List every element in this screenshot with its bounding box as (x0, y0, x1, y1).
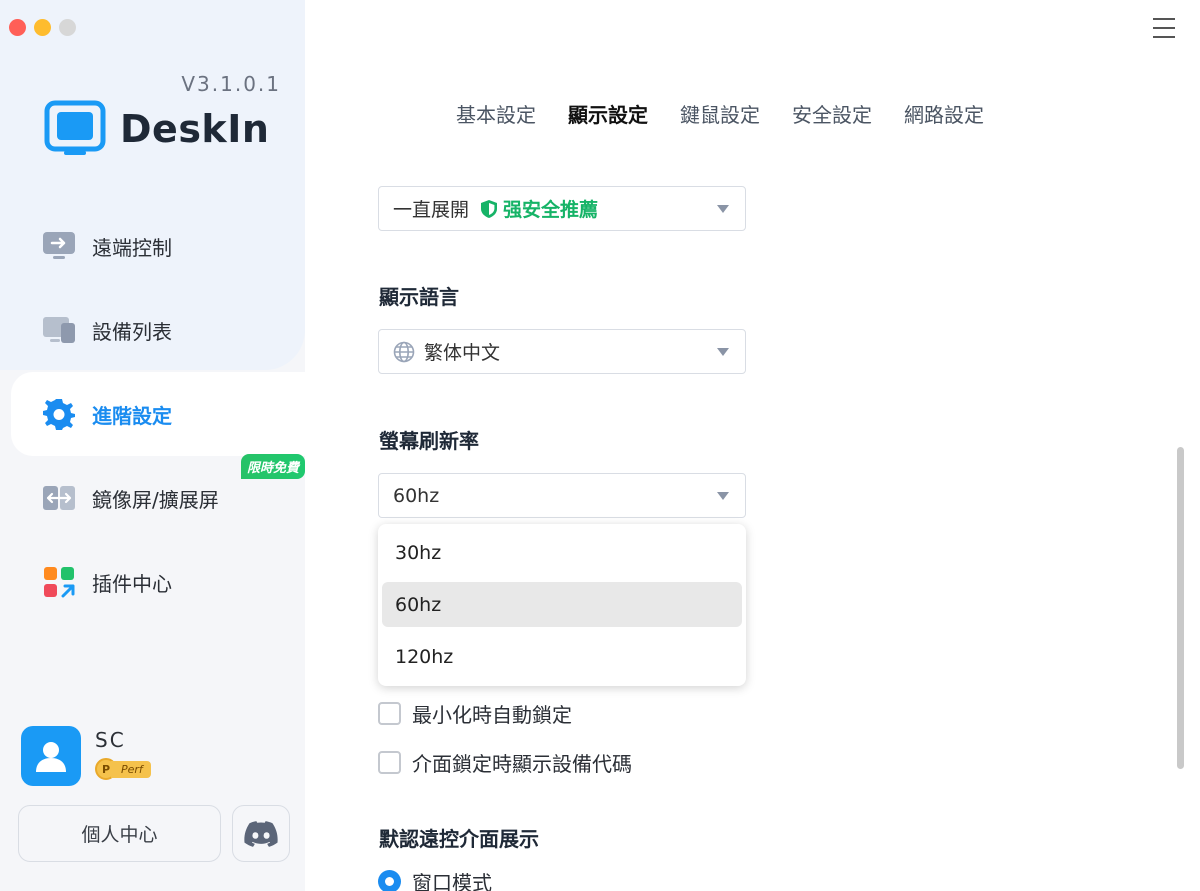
tab-security[interactable]: 安全設定 (792, 99, 872, 128)
dropdown-option-30hz[interactable]: 30hz (382, 530, 742, 575)
sidebar-item-label: 設備列表 (92, 319, 172, 344)
sidebar-item-label: 進階設定 (92, 403, 172, 428)
tab-basic[interactable]: 基本設定 (456, 99, 536, 128)
app-logo: DeskIn (44, 100, 269, 158)
tier-badge: P Perf (95, 758, 151, 780)
show-device-code-row[interactable]: 介面鎖定時顯示設備代碼 (378, 748, 632, 777)
sidebar-item-remote-control[interactable]: 遠端控制 (0, 204, 305, 288)
select-value: 60hz (393, 484, 440, 507)
tab-display[interactable]: 顯示設定 (568, 99, 648, 128)
select-value: 一直展開 (393, 199, 470, 221)
recommend-label: 强安全推薦 (503, 199, 599, 221)
hamburger-menu-icon[interactable] (1153, 18, 1175, 38)
checkbox-label: 最小化時自動鎖定 (412, 703, 572, 727)
minimize-window-button[interactable] (34, 19, 51, 36)
sidebar-item-plugin-center[interactable]: 插件中心 (0, 540, 305, 624)
personal-center-button[interactable]: 個人中心 (18, 805, 221, 862)
sidebar-item-label: 遠端控制 (92, 235, 172, 260)
close-window-button[interactable] (9, 19, 26, 36)
window-mode-row[interactable]: 窗口模式 (378, 867, 492, 891)
chevron-down-icon (717, 492, 729, 500)
tab-network[interactable]: 網路設定 (904, 99, 984, 128)
auto-lock-checkbox[interactable] (378, 702, 401, 725)
maximize-window-button[interactable] (59, 19, 76, 36)
dropdown-option-60hz[interactable]: 60hz (382, 582, 742, 627)
checkbox-label: 介面鎖定時顯示設備代碼 (412, 752, 632, 776)
user-icon (36, 742, 66, 772)
language-label: 顯示語言 (379, 285, 459, 309)
show-device-code-checkbox[interactable] (378, 751, 401, 774)
gear-icon (42, 397, 76, 431)
discord-button[interactable] (232, 805, 290, 862)
device-list-icon (42, 313, 76, 347)
brand-name: DeskIn (120, 107, 270, 151)
remote-control-icon (42, 229, 76, 263)
deskin-logo-icon (44, 100, 106, 155)
app-version: V3.1.0.1 (181, 72, 281, 96)
user-name: SC (95, 728, 126, 752)
user-profile: SC P Perf (21, 726, 151, 786)
sidebar-item-device-list[interactable]: 設備列表 (0, 288, 305, 372)
dropdown-option-120hz[interactable]: 120hz (382, 634, 742, 679)
refresh-rate-label: 螢幕刷新率 (379, 429, 479, 453)
auto-lock-minimize-row[interactable]: 最小化時自動鎖定 (378, 699, 572, 728)
mirror-screen-icon (42, 481, 76, 515)
select-value: 繁体中文 (424, 342, 501, 364)
limited-free-badge: 限時免費 (240, 454, 305, 479)
security-recommend: 强安全推薦 (481, 195, 598, 222)
tab-keyboard-mouse[interactable]: 鍵鼠設定 (680, 99, 760, 128)
chevron-down-icon (717, 205, 729, 213)
avatar[interactable] (21, 726, 81, 786)
sidebar-item-mirror-screen[interactable]: 限時免費 鏡像屏/擴展屏 (0, 454, 305, 540)
sidebar-item-label: 鏡像屏/擴展屏 (92, 487, 219, 512)
radio-label: 窗口模式 (412, 871, 492, 891)
refresh-rate-select[interactable]: 60hz (378, 473, 746, 518)
toolbar-mode-select[interactable]: 一直展開 强安全推薦 (378, 186, 746, 231)
tier-label: Perf (111, 760, 151, 778)
sidebar-nav: 遠端控制 設備列表 進階設定 限時免費 鏡像屏/擴展屏 插件中心 (0, 204, 305, 624)
chevron-down-icon (717, 348, 729, 356)
discord-icon (244, 820, 278, 847)
refresh-rate-dropdown: 30hz 60hz 120hz (378, 524, 746, 686)
window-controls (9, 19, 76, 36)
language-select[interactable]: 繁体中文 (378, 329, 746, 374)
scrollbar[interactable] (1177, 447, 1184, 769)
shield-icon (481, 199, 498, 218)
window-mode-radio[interactable] (378, 870, 401, 891)
settings-tabs: 基本設定 顯示設定 鍵鼠設定 安全設定 網路設定 (456, 99, 984, 128)
sidebar-item-label: 插件中心 (92, 571, 172, 596)
sidebar: V3.1.0.1 DeskIn 遠端控制 設備列表 進階設定 限時免費 鏡像屏/… (0, 0, 305, 891)
remote-display-label: 默認遠控介面展示 (379, 827, 539, 851)
globe-icon (393, 341, 415, 362)
plugin-icon (42, 565, 76, 599)
sidebar-item-advanced-settings[interactable]: 進階設定 (11, 372, 305, 456)
